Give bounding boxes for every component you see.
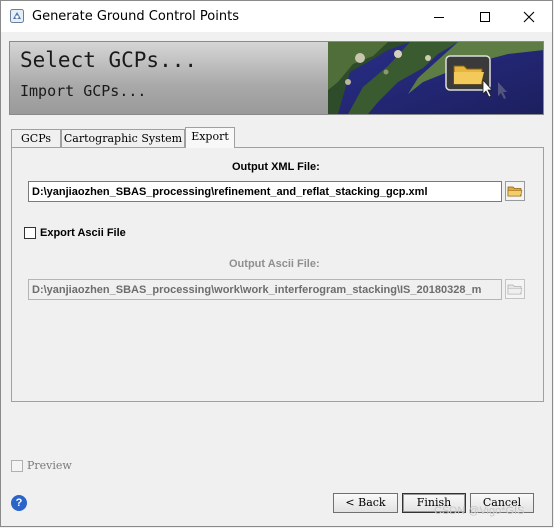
preview-row: Preview (11, 459, 72, 472)
output-ascii-label: Output Ascii File: (229, 258, 320, 270)
title-bar: Generate Ground Control Points (1, 1, 552, 32)
help-icon[interactable]: ? (11, 495, 27, 511)
preview-checkbox (11, 459, 23, 472)
close-button[interactable] (506, 1, 552, 32)
tab-gcps-label: GCPs (21, 132, 51, 145)
tab-cartographic-system[interactable]: Cartographic System (61, 129, 185, 147)
output-xml-field[interactable]: D:\yanjiaozhen_SBAS_processing\refinemen… (28, 181, 502, 202)
export-ascii-label: Export Ascii File (40, 227, 126, 239)
export-panel: Output XML File: D:\yanjiaozhen_SBAS_pro… (11, 147, 544, 402)
maximize-button[interactable] (462, 1, 508, 32)
banner-title: Select GCPs... (20, 48, 198, 72)
browse-xml-folder-icon[interactable] (505, 181, 525, 201)
output-ascii-field: D:\yanjiaozhen_SBAS_processing\work\work… (28, 279, 502, 300)
wizard-banner: Select GCPs... Import GCPs... (9, 41, 544, 115)
minimize-icon (434, 16, 444, 18)
app-icon (10, 9, 24, 23)
browse-ascii-folder-icon (505, 279, 525, 299)
dialog-window: Generate Ground Control Points Select GC… (0, 0, 553, 527)
banner-subtitle: Import GCPs... (20, 82, 147, 100)
tab-export[interactable]: Export (185, 127, 235, 148)
tab-cartographic-system-label: Cartographic System (63, 132, 183, 145)
export-ascii-row[interactable]: Export Ascii File (24, 227, 126, 239)
close-icon (523, 11, 535, 22)
maximize-icon (480, 11, 490, 22)
watermark: CSDN @Vigo*GIS (434, 505, 525, 517)
window-title: Generate Ground Control Points (32, 9, 239, 24)
preview-label: Preview (27, 459, 72, 472)
back-button[interactable]: < Back (333, 493, 398, 513)
minimize-button[interactable] (416, 1, 462, 32)
satellite-image-banner (328, 42, 543, 114)
output-xml-label: Output XML File: (232, 161, 320, 173)
tab-gcps[interactable]: GCPs (11, 129, 61, 147)
export-ascii-checkbox[interactable] (24, 227, 36, 239)
tab-export-label: Export (191, 130, 229, 143)
